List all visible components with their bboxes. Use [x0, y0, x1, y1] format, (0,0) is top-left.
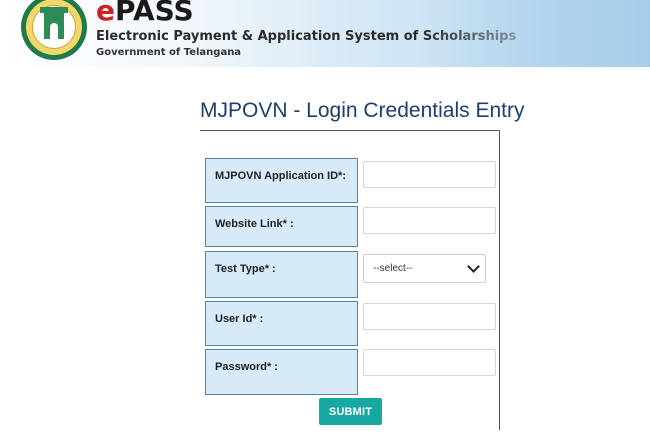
application-id-input[interactable]: [363, 161, 496, 188]
page-title: MJPOVN - Login Credentials Entry: [200, 99, 525, 122]
password-input[interactable]: [363, 349, 496, 376]
test-type-selected: --select--: [373, 263, 413, 274]
website-link-label: Website Link* :: [205, 206, 358, 247]
telangana-emblem-icon: [21, 0, 87, 60]
application-id-label: MJPOVN Application ID*:: [205, 158, 358, 203]
password-label: Password* :: [205, 349, 358, 395]
submit-button[interactable]: SUBMIT: [319, 398, 382, 425]
government-label: Government of Telangana: [96, 47, 242, 58]
test-type-select[interactable]: --select--: [363, 254, 486, 283]
user-id-input[interactable]: [363, 303, 496, 330]
test-type-label: Test Type* :: [205, 251, 358, 298]
vertical-divider: [499, 130, 500, 430]
user-id-label: User Id* :: [205, 301, 358, 346]
brand-subtitle: Electronic Payment & Application System …: [96, 29, 517, 44]
title-divider: [200, 130, 500, 131]
brand-title: ePASS: [96, 0, 194, 27]
chevron-down-icon: [467, 260, 480, 273]
website-link-input[interactable]: [363, 207, 496, 234]
header-banner: ePASS Electronic Payment & Application S…: [0, 0, 650, 67]
